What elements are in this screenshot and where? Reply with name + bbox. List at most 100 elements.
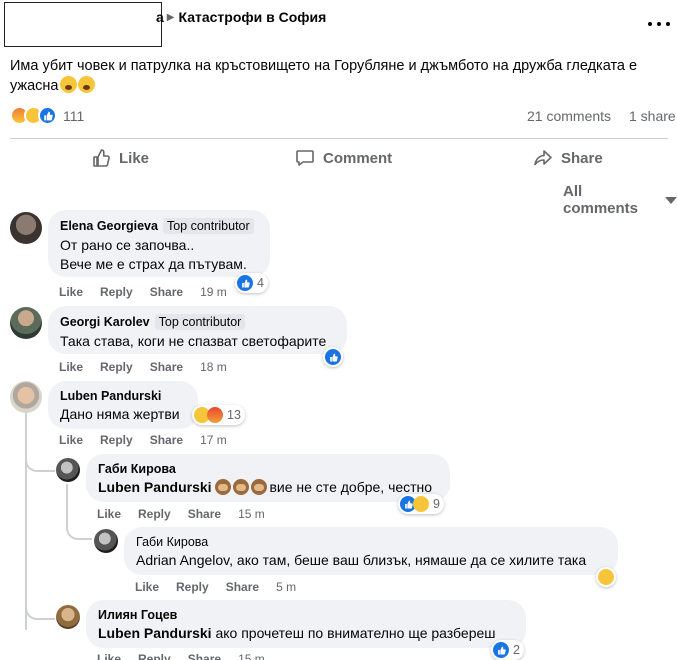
thread-line	[66, 484, 68, 524]
timestamp[interactable]: 15 m	[238, 652, 265, 660]
share-button[interactable]: Share	[533, 148, 603, 168]
reaction-count: 2	[513, 643, 520, 657]
comment-text: Дано няма жертви	[60, 406, 180, 422]
comments-filter-label: All comments	[563, 183, 639, 217]
share-link[interactable]: Share	[150, 360, 183, 374]
share-link[interactable]: Share	[150, 285, 183, 299]
redacted-author-box	[4, 2, 162, 47]
timestamp[interactable]: 15 m	[238, 507, 265, 521]
thumbs-up-icon	[93, 149, 110, 167]
share-link[interactable]: Share	[188, 507, 221, 521]
avatar[interactable]	[10, 212, 42, 244]
comment-reactions[interactable]: 13	[192, 405, 245, 425]
caret-down-icon	[665, 196, 677, 204]
reply-link[interactable]: Reply	[138, 507, 171, 521]
comment-text: Вече ме е страх да пътувам.	[60, 256, 247, 272]
see-no-evil-monkey-icon	[233, 479, 250, 495]
thread-connector	[25, 452, 55, 472]
avatar[interactable]	[56, 458, 80, 482]
mention-link[interactable]: Luben Pandurski	[98, 625, 212, 641]
reply-link[interactable]: Reply	[100, 285, 133, 299]
crying-emoji-icon	[77, 76, 95, 93]
like-link[interactable]: Like	[59, 433, 83, 447]
comment-actions: Like Reply Share 19 m	[59, 285, 244, 299]
like-link[interactable]: Like	[59, 285, 83, 299]
reply-bubble: Габи Кирова Luben Pandurski вие не сте д…	[86, 454, 450, 502]
like-link[interactable]: Like	[97, 507, 121, 521]
reply-text: вие не сте добре, честно	[269, 479, 433, 495]
like-link[interactable]: Like	[135, 580, 159, 594]
like-reaction-icon	[493, 642, 509, 658]
comments-filter-dropdown[interactable]: All comments	[563, 183, 677, 217]
reply-actions: Like Reply Share 5 m	[135, 580, 313, 594]
thread-connector	[25, 600, 55, 620]
reply-bubble: Габи Кирова Adrian Angelov, ако там, беш…	[124, 527, 618, 575]
more-options-icon[interactable]	[648, 14, 670, 34]
laugh-reaction-icon	[413, 496, 429, 512]
timestamp[interactable]: 19 m	[200, 285, 227, 299]
timestamp[interactable]: 17 m	[200, 433, 227, 447]
comment-text: От рано се започва..	[60, 237, 195, 253]
post-text: Има убит човек и патрулка на кръстовищет…	[10, 58, 638, 94]
avatar[interactable]	[10, 381, 42, 413]
mention-link[interactable]: Luben Pandurski	[98, 479, 212, 495]
top-contributor-badge: Top contributor	[162, 218, 254, 234]
commenter-name[interactable]: Georgi Karolev	[60, 315, 150, 329]
comment-bubble: Elena Georgieva Top contributor От рано …	[48, 210, 270, 277]
comment-reactions[interactable]: 2	[491, 640, 524, 660]
comment-reactions[interactable]	[596, 567, 616, 587]
share-link[interactable]: Share	[188, 652, 221, 660]
reply-text: Adrian Angelov, ако там, беше ваш близък…	[136, 552, 587, 568]
group-name-link[interactable]: Катастрофи в София	[179, 9, 327, 25]
share-arrow-icon	[534, 150, 552, 166]
reply-link[interactable]: Reply	[176, 580, 209, 594]
thread-connector	[66, 522, 92, 540]
comment-reactions[interactable]: 9	[398, 494, 444, 514]
like-reaction-icon	[325, 349, 341, 365]
comment-button[interactable]: Comment	[295, 148, 392, 168]
comment-bubble: Georgi Karolev Top contributor Така став…	[48, 306, 347, 354]
like-button[interactable]: Like	[91, 148, 149, 168]
angry-reaction-icon	[207, 407, 223, 423]
shares-count-link[interactable]: 1 share	[629, 108, 676, 124]
reply-link[interactable]: Reply	[100, 360, 133, 374]
reply-text: ако прочетеш по внимателно ще разбереш	[215, 625, 496, 641]
group-suffix: а	[156, 9, 164, 25]
avatar[interactable]	[10, 307, 42, 339]
comment-label: Comment	[323, 149, 393, 167]
reply-bubble: Илиян Гоцев Luben Pandurski ако прочетеш…	[86, 600, 526, 648]
reply-link[interactable]: Reply	[100, 433, 133, 447]
reaction-count: 111	[63, 107, 85, 124]
commenter-name[interactable]: Luben Pandurski	[60, 389, 161, 403]
post-reactions[interactable]: 111	[10, 106, 84, 125]
commenter-name[interactable]: Elena Georgieva	[60, 219, 158, 233]
comment-actions: Like Reply Share 18 m	[59, 360, 244, 374]
comment-text: Така става, коги не спазват светофарите	[60, 333, 327, 349]
divider	[10, 138, 668, 139]
like-link[interactable]: Like	[59, 360, 83, 374]
reply-link[interactable]: Reply	[138, 652, 171, 660]
reply-actions: Like Reply Share 15 m	[97, 507, 282, 521]
commenter-name[interactable]: Илиян Гоцев	[98, 608, 177, 622]
comment-bubble: Luben Pandurski Дано няма жертви	[48, 381, 198, 429]
timestamp[interactable]: 5 m	[276, 580, 296, 594]
see-no-evil-monkey-icon	[251, 479, 268, 495]
laugh-reaction-icon	[598, 569, 614, 585]
share-link[interactable]: Share	[226, 580, 259, 594]
commenter-name[interactable]: Габи Кирова	[98, 462, 176, 476]
like-reaction-icon	[38, 106, 57, 125]
commenter-name[interactable]: Габи Кирова	[136, 535, 208, 549]
caret-right-icon: ▶	[166, 11, 175, 23]
avatar[interactable]	[56, 605, 80, 629]
comment-reactions[interactable]	[323, 347, 343, 367]
like-link[interactable]: Like	[97, 652, 121, 660]
timestamp[interactable]: 18 m	[200, 360, 227, 374]
avatar[interactable]	[94, 529, 118, 553]
comments-count-link[interactable]: 21 comments	[527, 108, 611, 124]
share-label: Share	[561, 149, 603, 167]
crying-emoji-icon	[59, 76, 77, 93]
reaction-count: 4	[257, 276, 264, 290]
reaction-count: 9	[433, 497, 440, 511]
share-link[interactable]: Share	[150, 433, 183, 447]
post-body: Има убит човек и патрулка на кръстовищет…	[10, 56, 665, 96]
